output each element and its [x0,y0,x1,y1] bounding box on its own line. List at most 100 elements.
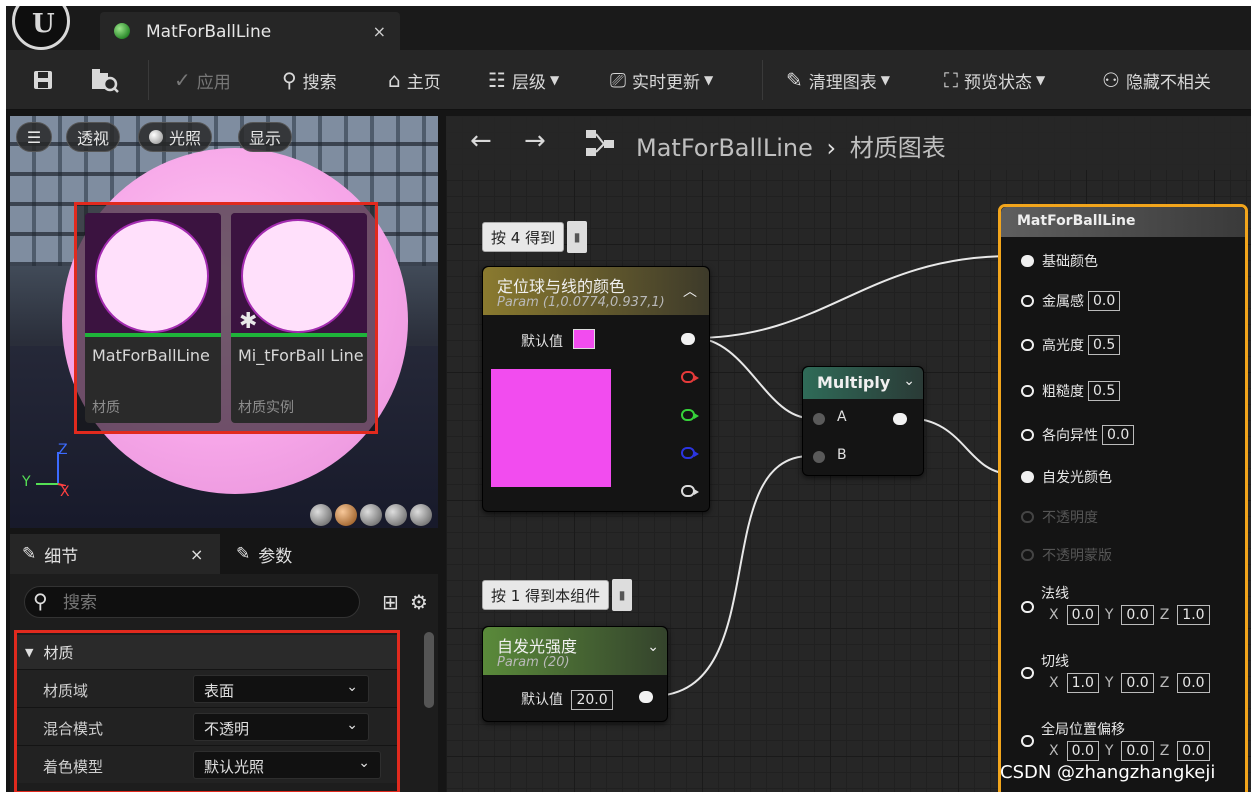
output-pin-r[interactable] [681,371,699,383]
details-scrollbar[interactable] [424,632,434,708]
tangent-z-field[interactable]: 0.0 [1177,673,1210,693]
hierarchy-icon: ☷ [488,68,506,92]
close-icon[interactable]: × [190,545,203,564]
comment-bubble[interactable]: 按 4 得到 ▮ [482,221,588,253]
axis-x: X [1049,675,1059,691]
apply-button[interactable]: ✓ 应用 [174,66,231,94]
multiply-node[interactable]: Multiply ⌄ A B [802,366,924,476]
value-field[interactable]: 0.0 [1088,291,1121,311]
pin-label: 切线 [1041,654,1069,670]
input-specular[interactable]: 高光度 0.5 [1021,335,1121,355]
input-base-color[interactable]: 基础颜色 [1021,251,1098,271]
node-subtitle: Param (20) [497,655,570,670]
vector-param-node[interactable]: 定位球与线的颜色 Param (1,0.0774,0.937,1) ︿ 默认值 [482,266,710,512]
save-button[interactable] [32,66,54,94]
wpo-x-field[interactable]: 0.0 [1066,741,1099,761]
preview-state-label: 预览状态 [964,72,1032,93]
search-button[interactable]: ⚲ 搜索 [282,66,337,94]
color-swatch[interactable] [573,329,595,349]
asset-type: 材质实例 [238,400,294,416]
output-pin[interactable] [639,691,653,703]
output-pin-rgb[interactable] [681,333,695,345]
property-label: 混合模式 [43,720,104,738]
tab-params[interactable]: ✎ 参数 [232,534,292,574]
search-icon: ⚲ [282,68,297,92]
value-field[interactable]: 0.5 [1088,381,1121,401]
close-tab-icon[interactable]: × [373,22,386,41]
plane-shape-icon[interactable] [360,504,382,526]
save-icon [34,71,52,89]
asset-thumbnail [85,213,221,335]
viewport-menu-button[interactable]: ☰ [16,122,52,152]
asset-card-material-instance[interactable]: ✱ Mi_tForBall Line 材质实例 [231,213,367,423]
custom-mesh-icon[interactable] [410,504,432,526]
live-update-button[interactable]: ⎚ 实时更新 ▼ [610,66,713,94]
pin-unconnected [1021,667,1034,679]
chevron-down-icon: ⌄ [358,755,370,771]
node-title: Multiply [817,373,891,392]
blend-mode-dropdown[interactable]: 不透明 ⌄ [193,713,369,741]
output-pin-b[interactable] [681,447,699,459]
input-normal[interactable] [1021,601,1042,613]
sphere-shape-icon[interactable] [335,504,357,526]
material-domain-dropdown[interactable]: 表面 ⌄ [193,675,369,703]
normal-z-field[interactable]: 1.0 [1177,605,1210,625]
value-field[interactable]: 0.5 [1088,335,1121,355]
chevron-down-icon[interactable]: ⌄ [903,373,915,389]
unreal-logo-icon[interactable]: U [12,6,70,50]
pin-b-label: B [837,447,847,463]
category-material[interactable]: ▼ 材质 [17,635,397,669]
tangent-y-field[interactable]: 0.0 [1121,673,1154,693]
perspective-button[interactable]: 透视 [66,122,121,152]
input-pin-a[interactable] [813,413,825,425]
browse-button[interactable] [90,66,120,94]
tab-params-label: 参数 [258,546,293,567]
shading-model-dropdown[interactable]: 默认光照 ⌄ [193,751,381,779]
wpo-z-field[interactable]: 0.0 [1177,741,1210,761]
show-button[interactable]: 显示 [238,122,293,152]
collapse-chevron-icon[interactable]: ︿ [683,281,697,301]
tab-details[interactable]: ✎ 细节 × [10,534,220,574]
input-world-position-offset[interactable] [1021,735,1042,747]
scalar-param-node[interactable]: 自发光强度 Param (20) ⌄ 默认值 20.0 [482,626,668,722]
hierarchy-button[interactable]: ☷ 层级 ▼ [488,66,559,94]
chevron-down-icon: ⌄ [346,717,358,733]
home-button[interactable]: ⌂ 主页 [388,66,441,94]
comment-bubble[interactable]: 按 1 得到本组件 ▮ [482,579,633,611]
hide-unrelated-button[interactable]: ⚇ 隐藏不相关 [1102,66,1211,94]
node-header: 定位球与线的颜色 Param (1,0.0774,0.937,1) ︿ [483,267,709,315]
preview-state-button[interactable]: ⛶ 预览状态 ▼ [944,66,1045,94]
lighting-button[interactable]: 光照 [138,122,213,152]
input-tangent[interactable] [1021,667,1042,679]
input-metallic[interactable]: 金属感 0.0 [1021,291,1121,311]
apply-label: 应用 [196,72,231,93]
output-pin-g[interactable] [681,409,699,421]
normal-x-field[interactable]: 0.0 [1066,605,1099,625]
material-icon [114,23,130,39]
input-pin-b[interactable] [813,451,825,463]
asset-hierarchy-popup: MatForBallLine 材质 ✱ Mi_tForBall Line 材质实… [74,202,378,434]
pin-icon[interactable]: ▮ [612,579,633,611]
pin-icon[interactable]: ▮ [567,221,588,253]
document-tab[interactable]: MatForBallLine × [100,12,400,50]
menu-icon: ☰ [26,127,42,147]
input-roughness[interactable]: 粗糙度 0.5 [1021,381,1121,401]
cylinder-shape-icon[interactable] [310,504,332,526]
chevron-down-icon[interactable]: ⌄ [647,639,659,655]
material-output-node[interactable]: MatForBallLine 基础颜色 金属感 0.0 高光度 0.5 粗糙度 0.5… [998,204,1248,792]
wpo-y-field[interactable]: 0.0 [1121,741,1154,761]
normal-y-field[interactable]: 0.0 [1121,605,1154,625]
input-emissive[interactable]: 自发光颜色 [1021,467,1112,487]
tangent-x-field[interactable]: 1.0 [1066,673,1099,693]
output-pin-a[interactable] [681,485,699,497]
cube-shape-icon[interactable] [385,504,407,526]
clean-graph-button[interactable]: ✎ 清理图表 ▼ [786,66,890,94]
output-pin[interactable] [893,413,907,425]
asset-card-material[interactable]: MatForBallLine 材质 [85,213,221,423]
details-search-input[interactable] [63,591,349,615]
default-value-field[interactable]: 20.0 [571,690,613,710]
gear-icon[interactable]: ⚙ [410,590,428,614]
table-view-icon[interactable]: ⊞ [382,590,399,614]
input-anisotropy[interactable]: 各向异性 0.0 [1021,425,1135,445]
value-field[interactable]: 0.0 [1102,425,1135,445]
